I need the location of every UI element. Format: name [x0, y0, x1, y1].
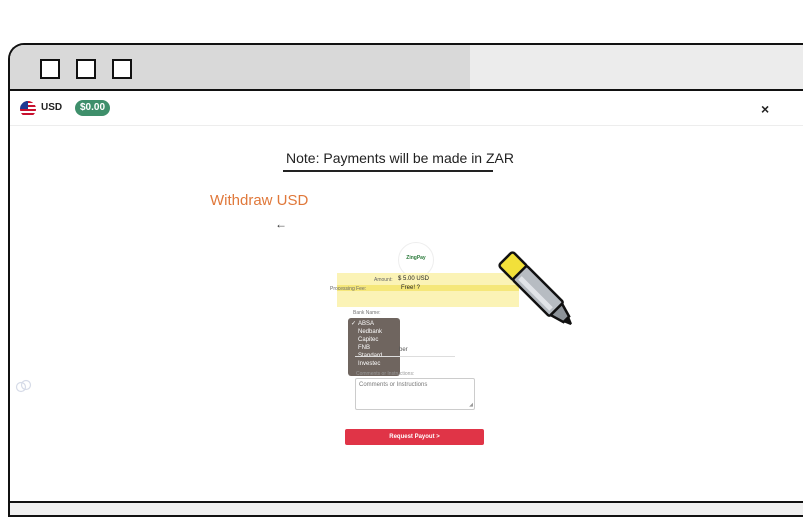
bottom-strip [10, 503, 803, 515]
top-bar: USD $0.00 × [10, 91, 803, 126]
app-window: USD $0.00 × Note: Payments will be made … [8, 43, 803, 517]
logo-text: ZingPay [406, 255, 426, 261]
currency-label: USD [41, 102, 63, 113]
fee-value: Free! ? [401, 285, 421, 291]
page-title: Withdraw USD [210, 192, 309, 209]
bank-option-label: ABSA [358, 321, 375, 327]
comments-label: Comments or Instructions: [356, 371, 415, 377]
highlighter-marker-icon [498, 251, 572, 325]
bank-option-label: FNB [358, 345, 370, 351]
bank-option-label: Nedbank [358, 329, 383, 335]
bank-option-investec[interactable]: Investec [348, 360, 400, 368]
payment-note: Note: Payments will be made in ZAR [286, 150, 514, 166]
bank-option-fnb[interactable]: FNB [348, 344, 400, 352]
bank-dropdown-menu[interactable]: ✓ABSA Nedbank Capitec FNB Standard Inves… [348, 318, 400, 376]
bank-option-nedbank[interactable]: Nedbank [348, 328, 400, 336]
back-arrow-icon[interactable]: ← [275, 217, 287, 231]
window-square-icon[interactable] [40, 59, 60, 79]
window-square-icon[interactable] [112, 59, 132, 79]
titlebar [10, 45, 803, 89]
comments-placeholder: Comments or Instructions [359, 382, 428, 388]
account-number-underline [355, 356, 455, 357]
amount-value: $ 5.00 USD [398, 276, 430, 282]
close-icon[interactable]: × [761, 101, 769, 117]
titlebar-right-panel [470, 45, 803, 89]
bank-option-capitec[interactable]: Capitec [348, 336, 400, 344]
check-icon: ✓ [351, 321, 357, 327]
request-payout-button[interactable]: Request Payout > [345, 429, 484, 445]
bank-name-label: Bank Name: [353, 310, 381, 316]
fee-label: Processing Fee: [330, 286, 367, 292]
balance-badge: $0.00 [75, 100, 111, 116]
side-link-icon[interactable] [15, 378, 33, 394]
amount-label: Amount: [374, 277, 393, 283]
note-underline [283, 170, 493, 172]
comments-textarea[interactable]: Comments or Instructions ◢ [355, 378, 475, 410]
account-number-field[interactable]: ber [399, 347, 408, 353]
window-square-icon[interactable] [76, 59, 96, 79]
bank-option-absa[interactable]: ✓ ABSA [348, 320, 400, 328]
us-flag-icon [20, 101, 36, 117]
bank-option-label: Investec [358, 361, 381, 367]
resize-handle-icon[interactable]: ◢ [469, 402, 473, 408]
bank-option-label: Capitec [358, 337, 379, 343]
